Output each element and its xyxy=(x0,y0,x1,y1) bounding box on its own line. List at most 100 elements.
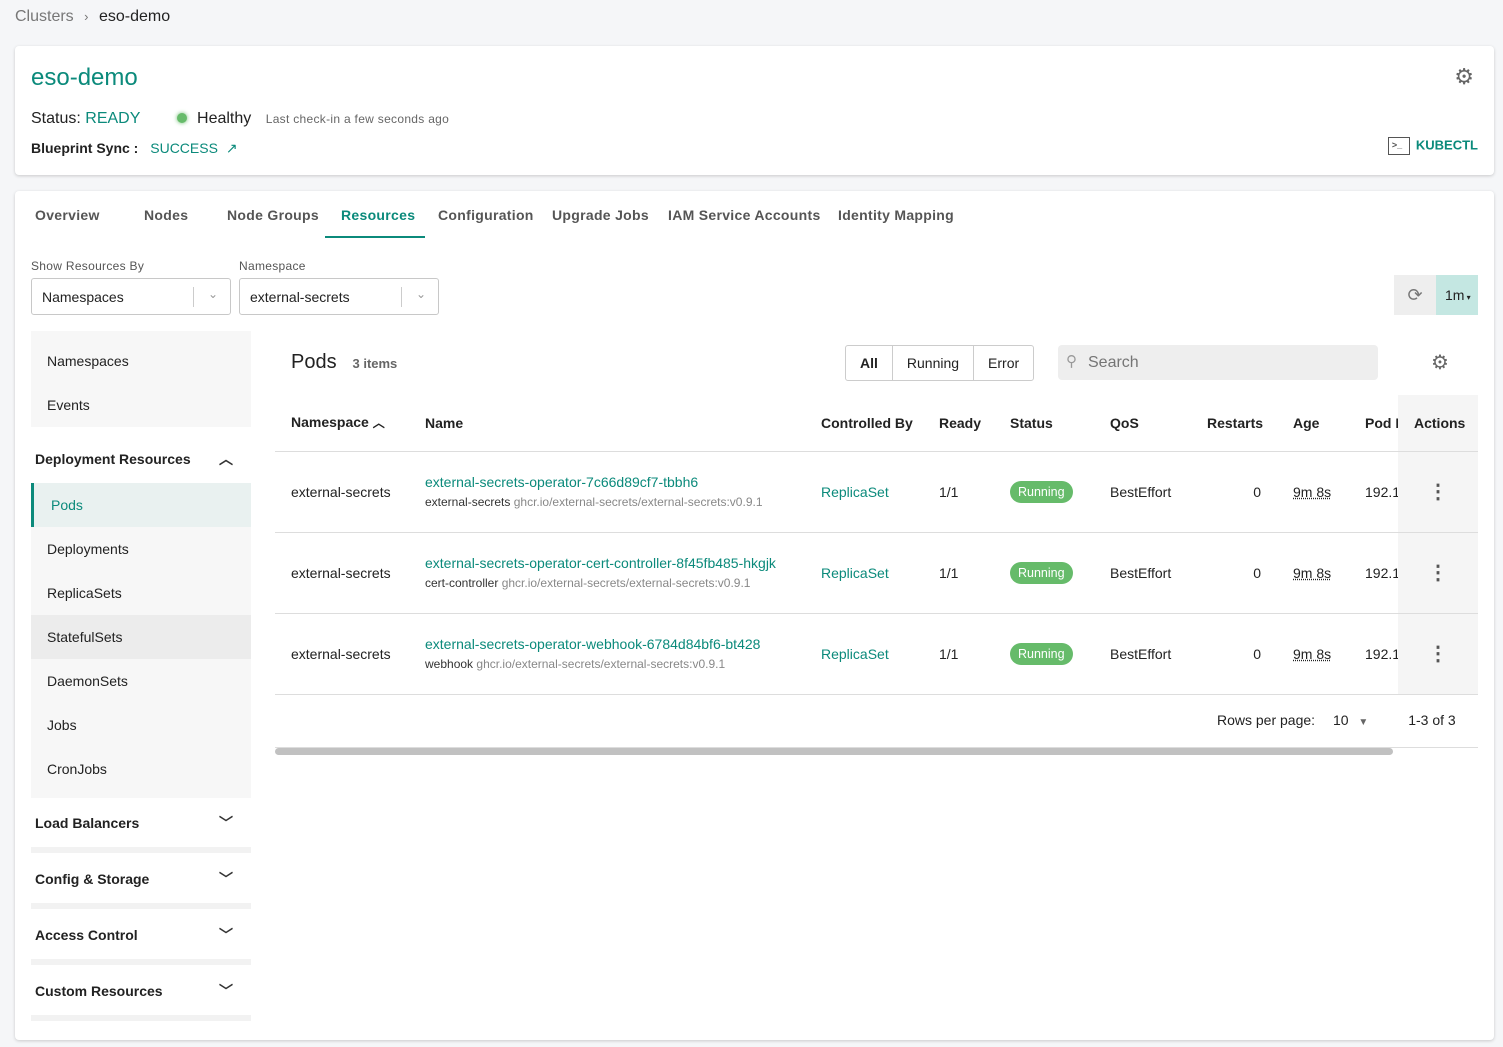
search-icon: ⚲ xyxy=(1066,353,1077,370)
sidebar-group-deployment-resources[interactable]: Deployment Resources ︿ xyxy=(31,437,251,481)
rows-per-page-select[interactable]: 10 ▼ xyxy=(1333,712,1368,728)
sidebar-item-cronjobs[interactable]: CronJobs xyxy=(31,747,251,798)
sidebar-item-daemonsets[interactable]: DaemonSets xyxy=(31,659,251,703)
sidebar-group-custom-resources[interactable]: Custom Resources ﹀ xyxy=(31,969,251,1013)
breadcrumb-separator: › xyxy=(84,9,89,24)
filter-running-button[interactable]: Running xyxy=(893,346,975,380)
refresh-button[interactable]: ⟳ xyxy=(1394,275,1436,315)
sidebar-item-namespaces[interactable]: Namespaces xyxy=(31,339,251,383)
tab-upgrade-jobs[interactable]: Upgrade Jobs xyxy=(552,207,649,223)
sidebar-pad xyxy=(31,331,251,339)
cluster-header-card: eso-demo Status: READY Healthy Last chec… xyxy=(15,46,1494,175)
column-header-qos[interactable]: QoS xyxy=(1094,395,1191,452)
cell-controlled-by-link[interactable]: ReplicaSet xyxy=(805,532,923,614)
age-value: 9m 8s xyxy=(1293,645,1332,662)
show-by-select[interactable]: Namespaces ⌄ xyxy=(31,278,231,315)
row-actions-menu-icon[interactable]: ⋮ xyxy=(1398,532,1478,614)
cell-age: 9m 8s xyxy=(1277,451,1349,533)
pods-heading: Pods 3 items xyxy=(291,351,397,374)
chevron-up-icon: ︿ xyxy=(219,451,233,467)
column-header-restarts[interactable]: Restarts xyxy=(1191,395,1277,452)
column-header-namespace[interactable]: Namespace ︿ xyxy=(275,395,409,452)
tab-resources[interactable]: Resources xyxy=(341,207,415,223)
tab-nodes[interactable]: Nodes xyxy=(144,207,188,223)
chevron-down-icon: ﹀ xyxy=(219,927,233,943)
cell-namespace: external-secrets xyxy=(275,451,409,533)
sort-ascending-icon: ︿ xyxy=(372,416,385,431)
blueprint-row: Blueprint Sync : SUCCESS ↗ xyxy=(31,140,238,157)
active-tab-indicator xyxy=(325,236,425,238)
chevron-down-icon: ﹀ xyxy=(219,815,233,831)
pod-container-info: cert-controller ghcr.io/external-secrets… xyxy=(425,576,805,590)
container-name: cert-controller xyxy=(425,576,499,590)
container-image: ghcr.io/external-secrets/external-secret… xyxy=(501,576,751,590)
column-header-age[interactable]: Age xyxy=(1277,395,1349,452)
column-label: Namespace xyxy=(291,414,369,431)
tab-node-groups[interactable]: Node Groups xyxy=(227,207,319,223)
chevron-down-icon: ⌄ xyxy=(207,287,218,301)
tab-iam-service-accounts[interactable]: IAM Service Accounts xyxy=(668,207,821,223)
status-badge: Running xyxy=(1010,642,1073,665)
chevron-down-icon: ⌄ xyxy=(415,287,426,301)
column-header-status[interactable]: Status xyxy=(994,395,1094,452)
row-actions-menu-icon[interactable]: ⋮ xyxy=(1398,613,1478,695)
external-link-icon[interactable]: ↗ xyxy=(226,140,238,156)
chevron-down-icon: ﹀ xyxy=(219,871,233,887)
sidebar-group-config-storage[interactable]: Config & Storage ﹀ xyxy=(31,857,251,901)
pod-name-link[interactable]: external-secrets-operator-7c66d89cf7-tbb… xyxy=(425,474,805,490)
sidebar-group-access-control[interactable]: Access Control ﹀ xyxy=(31,913,251,957)
tab-configuration[interactable]: Configuration xyxy=(438,207,534,223)
cell-restarts: 0 xyxy=(1191,613,1277,695)
filter-error-button[interactable]: Error xyxy=(974,346,1033,380)
container-image: ghcr.io/external-secrets/external-secret… xyxy=(513,495,763,509)
cell-controlled-by-link[interactable]: ReplicaSet xyxy=(805,613,923,695)
cluster-title: eso-demo xyxy=(31,64,138,91)
cell-controlled-by-link[interactable]: ReplicaSet xyxy=(805,451,923,533)
horizontal-scrollbar[interactable] xyxy=(275,748,1393,755)
tab-identity-mapping[interactable]: Identity Mapping xyxy=(838,207,954,223)
sidebar-item-statefulsets[interactable]: StatefulSets xyxy=(31,615,251,659)
table-settings-gear-icon[interactable]: ⚙ xyxy=(1431,350,1449,375)
settings-gear-icon[interactable]: ⚙ xyxy=(1454,64,1474,90)
breadcrumb-current: eso-demo xyxy=(98,8,171,25)
container-image: ghcr.io/external-secrets/external-secret… xyxy=(476,657,726,671)
refresh-interval-dropdown[interactable]: 1m ▾ xyxy=(1436,275,1478,315)
column-header-controlled-by[interactable]: Controlled By xyxy=(805,395,923,452)
column-header-pod-ip[interactable]: Pod IP xyxy=(1349,395,1398,452)
cell-namespace: external-secrets xyxy=(275,613,409,695)
row-actions-menu-icon[interactable]: ⋮ xyxy=(1398,451,1478,533)
health-value: Healthy xyxy=(197,110,252,127)
cell-name: external-secrets-operator-webhook-6784d8… xyxy=(409,613,805,695)
cell-pod-ip: 192.1 xyxy=(1349,451,1398,533)
column-header-name[interactable]: Name xyxy=(409,395,805,452)
pod-name-link[interactable]: external-secrets-operator-webhook-6784d8… xyxy=(425,636,805,652)
pods-table: Namespace ︿ Name Controlled By Ready Sta… xyxy=(275,395,1478,695)
kubectl-button[interactable]: >_ KUBECTL xyxy=(1387,137,1478,155)
pagination: Rows per page: 10 ▼ 1-3 of 3 xyxy=(1217,712,1456,728)
kubectl-label: KUBECTL xyxy=(1415,137,1478,153)
sidebar-item-events[interactable]: Events xyxy=(31,383,251,427)
table-header-row: Namespace ︿ Name Controlled By Ready Sta… xyxy=(275,395,1478,452)
cell-pod-ip: 192.1 xyxy=(1349,532,1398,614)
status-badge: Running xyxy=(1010,561,1073,584)
status-row: Status: READY Healthy Last check-in a fe… xyxy=(31,110,449,128)
cell-ready: 1/1 xyxy=(923,532,994,614)
sidebar-item-deployments[interactable]: Deployments xyxy=(31,527,251,571)
sidebar-item-pods[interactable]: Pods xyxy=(31,483,251,527)
sidebar-item-replicasets[interactable]: ReplicaSets xyxy=(31,571,251,615)
pod-name-link[interactable]: external-secrets-operator-cert-controlle… xyxy=(425,555,805,571)
column-header-ready[interactable]: Ready xyxy=(923,395,994,452)
namespace-select[interactable]: external-secrets ⌄ xyxy=(239,278,439,315)
pagination-range: 1-3 of 3 xyxy=(1408,712,1456,728)
namespace-label: Namespace xyxy=(239,259,306,273)
sidebar-item-jobs[interactable]: Jobs xyxy=(31,703,251,747)
sidebar-group-load-balancers[interactable]: Load Balancers ﹀ xyxy=(31,801,251,845)
tab-overview[interactable]: Overview xyxy=(35,207,100,223)
status-value: READY xyxy=(85,110,141,127)
cell-age: 9m 8s xyxy=(1277,532,1349,614)
show-by-value: Namespaces xyxy=(42,289,124,305)
blueprint-status-link[interactable]: SUCCESS xyxy=(150,140,218,156)
filter-all-button[interactable]: All xyxy=(846,346,893,380)
breadcrumb-clusters[interactable]: Clusters xyxy=(15,8,74,25)
search-input[interactable] xyxy=(1088,345,1368,380)
